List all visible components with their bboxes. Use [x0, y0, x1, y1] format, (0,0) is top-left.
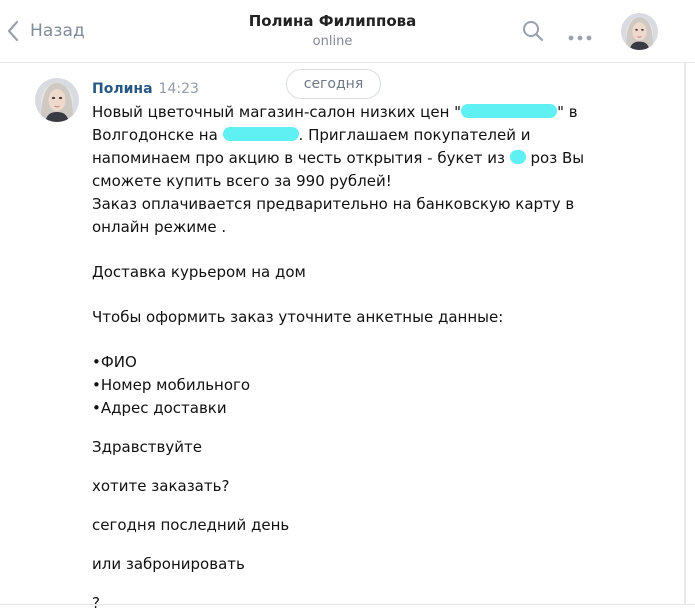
message-line: Чтобы оформить заказ уточните анкетные д…: [92, 308, 504, 326]
message-line: напоминаем про акцию в честь открытия - …: [92, 147, 592, 170]
chat-header: Назад Полина Филиппова online: [0, 0, 695, 63]
message-line: Здравствуйте: [92, 438, 202, 456]
date-separator: сегодня: [286, 69, 381, 99]
message-line: Доставка курьером на дом: [92, 263, 306, 281]
more-icon[interactable]: [568, 27, 592, 46]
message-fragment: . Приглашаем покупателей и: [298, 126, 531, 144]
redaction-mark: [222, 127, 299, 141]
message-fragment: роз Вы: [525, 149, 585, 167]
message-line: Заказ оплачивается предварительно на бан…: [92, 195, 575, 213]
message-line: хотите заказать?: [92, 477, 230, 495]
message-time: 14:23: [158, 81, 199, 97]
message-line: сможете купить всего за 990 рублей!: [92, 172, 392, 190]
message-fragment: напоминаем про акцию в честь открытия - …: [92, 149, 510, 167]
peer-avatar[interactable]: [621, 13, 658, 50]
message-author[interactable]: Полина: [92, 81, 153, 97]
back-button[interactable]: Назад: [6, 18, 85, 44]
message-fragment: Волгодонске на: [92, 126, 223, 144]
redaction-mark: [509, 150, 526, 164]
message-line: •ФИО: [92, 353, 137, 371]
peer-info[interactable]: Полина Филиппова online: [200, 11, 465, 52]
message-fragment: " в: [557, 103, 578, 121]
peer-name: Полина Филиппова: [248, 12, 417, 30]
message-fragment: Новый цветочный магазин-салон низких цен…: [92, 103, 462, 121]
message-avatar[interactable]: [35, 78, 79, 122]
message-line: сегодня последний день: [92, 516, 290, 534]
message-line: или забронировать: [92, 555, 245, 573]
message-text: Новый цветочный магазин-салон низких цен…: [92, 101, 592, 615]
peer-status: online: [312, 34, 353, 49]
composer-divider: [0, 604, 695, 605]
chevron-left-icon: [6, 19, 20, 43]
message-line: •Номер мобильного: [92, 376, 251, 394]
message-line: Новый цветочный магазин-салон низких цен…: [92, 101, 592, 124]
search-icon[interactable]: [522, 20, 544, 46]
scrollbar[interactable]: [684, 62, 686, 604]
redaction-mark: [461, 104, 558, 118]
message-meta: Полина 14:23: [92, 80, 199, 98]
message-line: Волгодонске на . Приглашаем покупателей …: [92, 124, 592, 147]
message-line: •Адрес доставки: [92, 399, 227, 417]
back-label: Назад: [30, 21, 85, 41]
message-line: онлайн режиме .: [92, 218, 227, 236]
